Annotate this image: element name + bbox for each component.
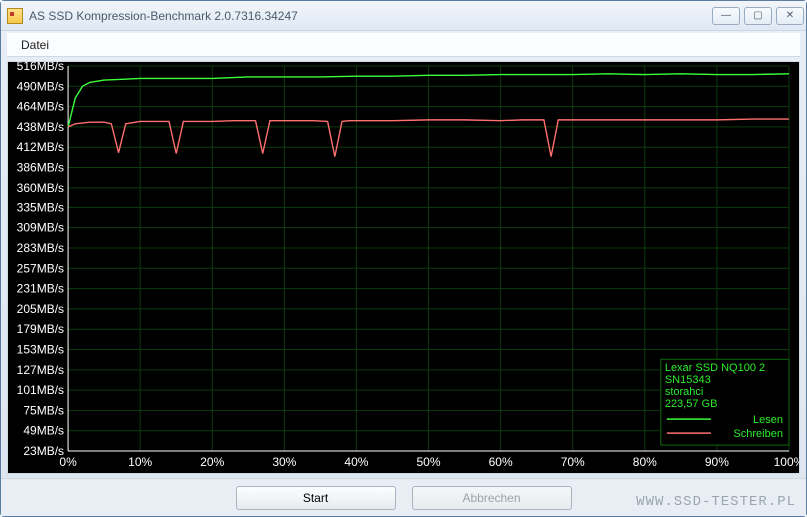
svg-text:80%: 80% [633,455,657,469]
window-title: AS SSD Kompression-Benchmark 2.0.7316.34… [29,9,712,23]
svg-text:40%: 40% [344,455,368,469]
svg-text:283MB/s: 283MB/s [17,241,64,255]
app-window: AS SSD Kompression-Benchmark 2.0.7316.34… [0,0,807,517]
svg-text:70%: 70% [561,455,585,469]
svg-text:23MB/s: 23MB/s [23,444,64,458]
svg-text:335MB/s: 335MB/s [17,200,64,214]
menu-file[interactable]: Datei [13,35,57,55]
svg-text:438MB/s: 438MB/s [17,120,64,134]
svg-text:153MB/s: 153MB/s [17,343,64,357]
start-button[interactable]: Start [236,486,396,510]
svg-text:75MB/s: 75MB/s [23,403,64,417]
svg-text:464MB/s: 464MB/s [17,100,64,114]
minimize-button[interactable]: — [712,7,740,25]
svg-text:49MB/s: 49MB/s [23,424,64,438]
cancel-button: Abbrechen [412,486,572,510]
maximize-icon: ▢ [753,10,762,21]
svg-text:SN15343: SN15343 [665,374,711,386]
svg-text:516MB/s: 516MB/s [17,62,64,73]
svg-text:360MB/s: 360MB/s [17,181,64,195]
svg-text:storahci: storahci [665,386,704,398]
svg-text:10%: 10% [128,455,152,469]
maximize-button[interactable]: ▢ [744,7,772,25]
svg-text:490MB/s: 490MB/s [17,79,64,93]
svg-text:205MB/s: 205MB/s [17,302,64,316]
titlebar: AS SSD Kompression-Benchmark 2.0.7316.34… [1,1,806,31]
svg-text:Lesen: Lesen [753,414,783,426]
svg-text:Lexar SSD NQ100 2: Lexar SSD NQ100 2 [665,362,765,374]
close-button[interactable]: ✕ [776,7,804,25]
chart-area: 516MB/s 490MB/s 464MB/s 438MB/s 412MB/s 386MB… [7,61,800,474]
svg-text:0%: 0% [59,455,77,469]
footer: Start Abbrechen WWW.SSD-TESTER.PL [1,478,806,516]
svg-text:127MB/s: 127MB/s [17,363,64,377]
window-controls: — ▢ ✕ [712,7,804,25]
svg-text:30%: 30% [272,455,296,469]
minimize-icon: — [721,10,731,21]
close-icon: ✕ [786,10,794,21]
svg-text:231MB/s: 231MB/s [17,282,64,296]
svg-text:412MB/s: 412MB/s [17,140,64,154]
svg-text:223,57 GB: 223,57 GB [665,398,718,410]
svg-text:257MB/s: 257MB/s [17,261,64,275]
svg-text:179MB/s: 179MB/s [17,322,64,336]
svg-text:100%: 100% [774,455,799,469]
svg-text:101MB/s: 101MB/s [17,383,64,397]
svg-text:309MB/s: 309MB/s [17,221,64,235]
svg-text:Schreiben: Schreiben [733,428,783,440]
compression-chart: 516MB/s 490MB/s 464MB/s 438MB/s 412MB/s 386MB… [8,62,799,473]
watermark: WWW.SSD-TESTER.PL [636,494,796,510]
svg-text:50%: 50% [417,455,441,469]
menubar: Datei [7,33,800,57]
svg-text:386MB/s: 386MB/s [17,161,64,175]
svg-text:60%: 60% [489,455,513,469]
svg-text:20%: 20% [200,455,224,469]
svg-text:90%: 90% [705,455,729,469]
app-icon [7,8,23,24]
